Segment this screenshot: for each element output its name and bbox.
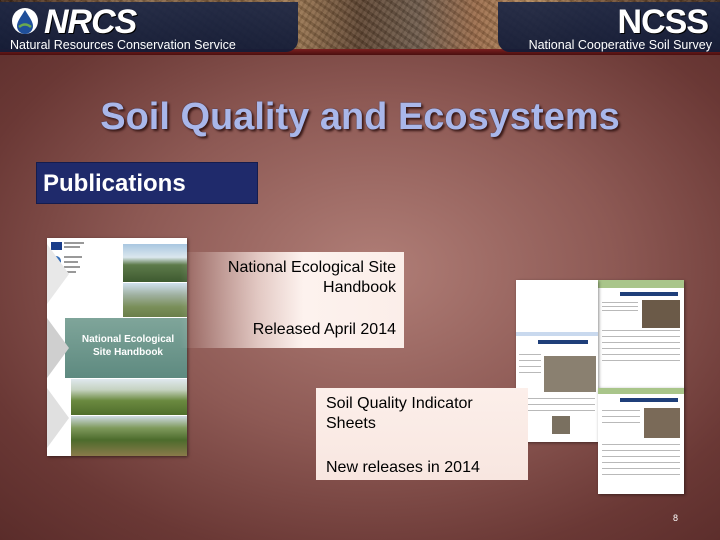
indicator-sheets-title: Soil Quality Indicator Sheets bbox=[326, 395, 473, 432]
handbook-release-note: Released April 2014 bbox=[252, 321, 396, 338]
indicator-sheet-back bbox=[598, 280, 684, 390]
cover-photo-grassland bbox=[71, 379, 187, 415]
ncss-logo: NCSS National Cooperative Soil Survey bbox=[498, 2, 720, 52]
nrcs-logo: NRCS Natural Resources Conservation Serv… bbox=[0, 2, 298, 52]
ncss-wordmark: NCSS bbox=[617, 3, 709, 41]
cover-photo-forest bbox=[71, 416, 187, 456]
section-label: Publications bbox=[43, 170, 186, 197]
cover-title: National Ecological Site Handbook bbox=[81, 334, 175, 358]
handbook-title: National Ecological Site Handbook bbox=[227, 259, 396, 296]
nrcs-droplet-logo-icon bbox=[12, 8, 38, 34]
handbook-callout: National Ecological Site Handbook Releas… bbox=[180, 252, 404, 348]
nrcs-full-name: Natural Resources Conservation Service bbox=[10, 38, 236, 52]
slide-title: Soil Quality and Ecosystems bbox=[100, 96, 620, 138]
indicator-sheets-callout: Soil Quality Indicator Sheets New releas… bbox=[316, 388, 528, 480]
header-banner: NRCS Natural Resources Conservation Serv… bbox=[0, 0, 720, 55]
page-number: 8 bbox=[673, 513, 679, 523]
handbook-cover-image: National Ecological Site Handbook bbox=[47, 238, 187, 456]
section-header: Publications bbox=[36, 162, 258, 204]
nrcs-wordmark: NRCS bbox=[44, 3, 137, 41]
indicator-sheets-release-note: New releases in 2014 bbox=[326, 459, 480, 476]
ncss-full-name: National Cooperative Soil Survey bbox=[528, 38, 712, 52]
indicator-sheet-bottom bbox=[598, 388, 684, 494]
indicator-sheet-front bbox=[516, 280, 598, 442]
